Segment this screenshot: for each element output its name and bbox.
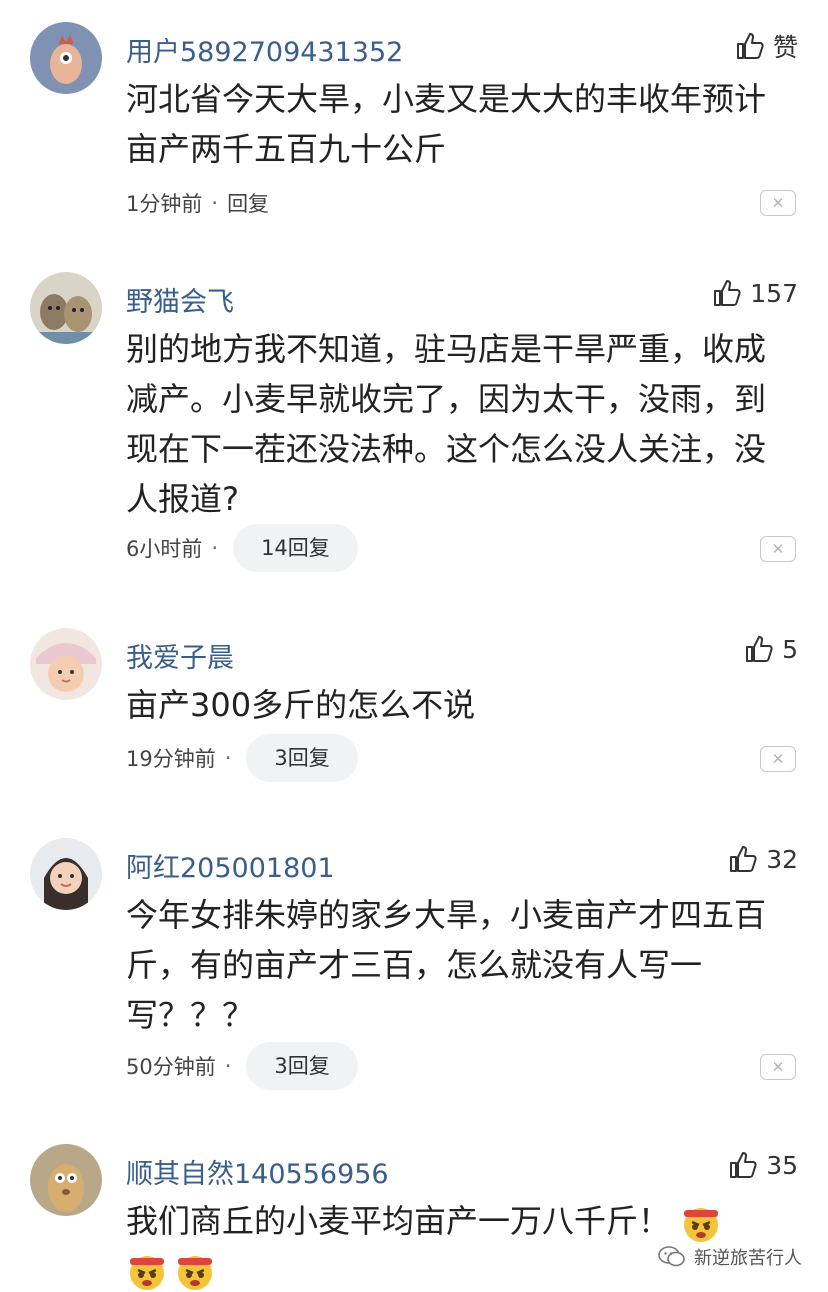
like-count: 5	[782, 634, 798, 664]
like-count: 32	[766, 844, 798, 874]
like-button[interactable]: 赞	[735, 28, 798, 64]
thumbs-up-icon	[728, 1150, 758, 1180]
avatar[interactable]	[30, 628, 102, 700]
emoji-row	[126, 1250, 216, 1292]
thumbs-up-icon	[712, 278, 742, 308]
avatar[interactable]	[30, 272, 102, 344]
like-count: 157	[750, 278, 798, 308]
replies-button[interactable]: 3回复	[246, 734, 358, 782]
comment-text: 河北省今天大旱，小麦又是大大的丰收年预计亩产两千五百九十公斤	[126, 80, 767, 168]
thumbs-up-icon	[735, 31, 765, 61]
separator-dot: ·	[211, 536, 219, 560]
watermark: 新逆旅苦行人	[658, 1244, 802, 1270]
replies-button[interactable]: 14回复	[233, 524, 358, 572]
replies-button[interactable]: 3回复	[246, 1042, 358, 1090]
comment-username[interactable]: 顺其自然140556956	[126, 1152, 389, 1191]
like-button[interactable]: 35	[728, 1150, 798, 1180]
comment-text: 别的地方我不知道，驻马店是干旱严重，收成减产。小麦早就收完了，因为太干，没雨，到…	[126, 330, 767, 518]
like-button[interactable]: 157	[712, 278, 798, 308]
like-button[interactable]: 5	[744, 634, 798, 664]
separator-dot: ·	[211, 191, 219, 215]
comment-username[interactable]: 阿红205001801	[126, 846, 335, 885]
thumbs-up-icon	[728, 844, 758, 874]
comment-text: 亩产300多斤的怎么不说	[126, 686, 476, 724]
comment-username[interactable]: 我爱子晨	[126, 636, 234, 675]
wechat-icon	[658, 1246, 686, 1268]
avatar[interactable]	[30, 22, 102, 94]
comment-meta: 50分钟前 · 3回复	[126, 1042, 358, 1090]
avatar[interactable]	[30, 838, 102, 910]
separator-dot: ·	[224, 1054, 232, 1078]
watermark-text: 新逆旅苦行人	[694, 1248, 802, 1269]
comment-meta: 6小时前 · 14回复	[126, 524, 358, 572]
like-button[interactable]: 32	[728, 844, 798, 874]
reply-button[interactable]: 回复	[227, 188, 269, 218]
comment-time: 6小时前	[126, 537, 203, 561]
avatar[interactable]	[30, 1144, 102, 1216]
comment-meta: 19分钟前 · 3回复	[126, 734, 358, 782]
comment-username[interactable]: 用户5892709431352	[126, 30, 403, 69]
comment-time: 1分钟前	[126, 192, 203, 216]
comment-time: 50分钟前	[126, 1055, 216, 1079]
thumbs-up-icon	[744, 634, 774, 664]
angry-emoji-icon	[174, 1250, 216, 1292]
close-icon[interactable]: ✕	[760, 1054, 796, 1080]
separator-dot: ·	[224, 746, 232, 770]
close-icon[interactable]: ✕	[760, 536, 796, 562]
comment-username[interactable]: 野猫会飞	[126, 280, 234, 319]
like-count: 35	[766, 1150, 798, 1180]
angry-emoji-icon	[126, 1250, 168, 1292]
comment-text: 我们商丘的小麦平均亩产一万八千斤！	[126, 1196, 796, 1246]
comment-text-content: 我们商丘的小麦平均亩产一万八千斤！	[126, 1202, 671, 1240]
close-icon[interactable]: ✕	[760, 190, 796, 216]
close-icon[interactable]: ✕	[760, 746, 796, 772]
comment-meta: 1分钟前 · 回复	[126, 188, 269, 218]
angry-emoji-icon	[680, 1202, 722, 1244]
comment-text: 今年女排朱婷的家乡大旱，小麦亩产才四五百斤，有的亩产才三百，怎么就没有人写一写？…	[126, 896, 767, 1034]
like-label: 赞	[772, 33, 798, 62]
comment-time: 19分钟前	[126, 747, 216, 771]
